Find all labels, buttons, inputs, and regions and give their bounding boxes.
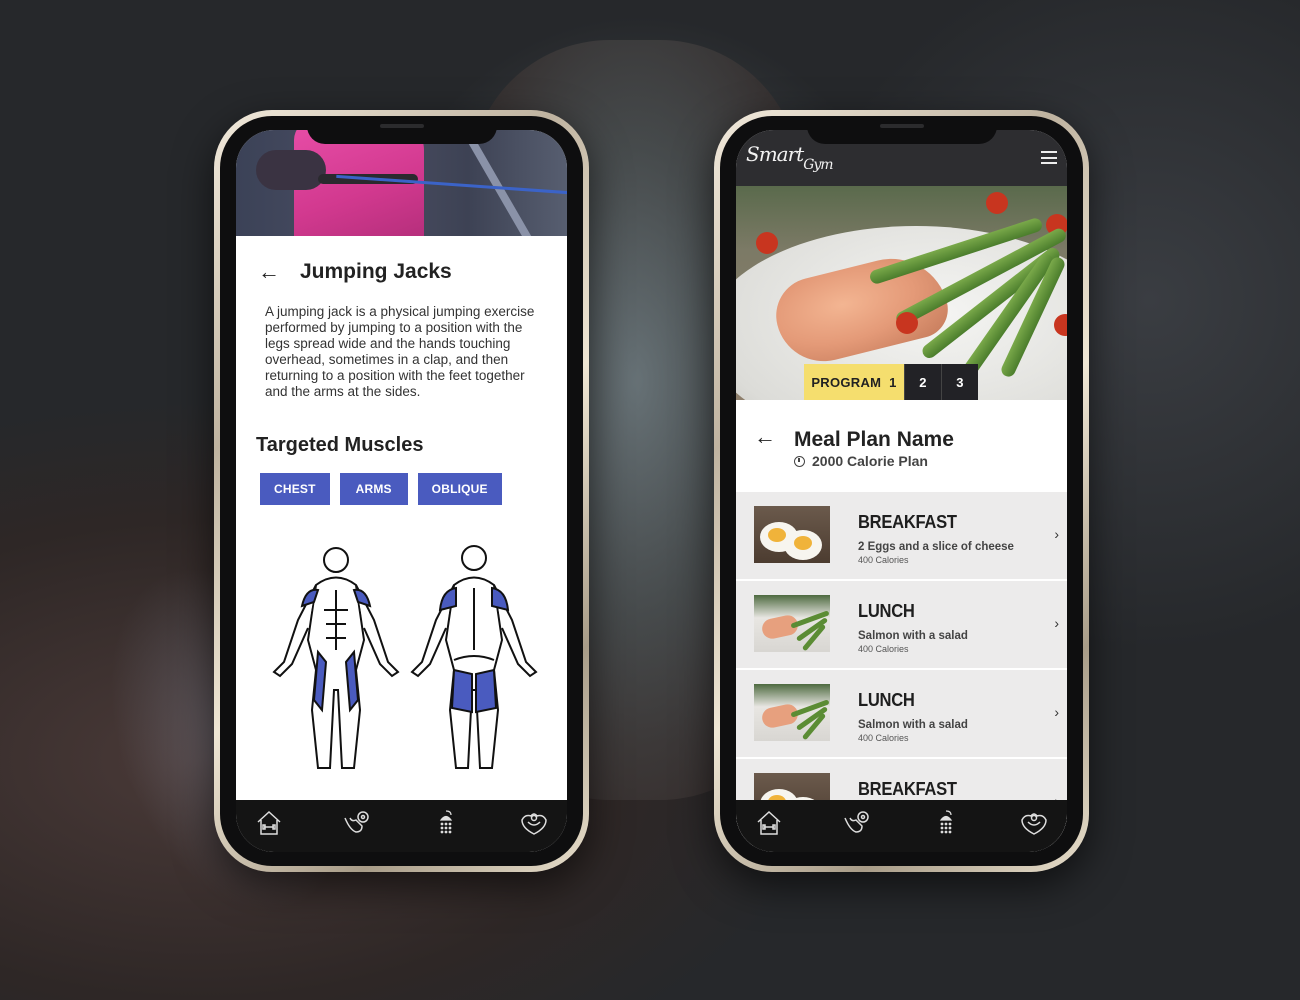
muscle-tag-oblique[interactable]: OBLIQUE: [417, 473, 502, 505]
muscle-tags: CHEST ARMS OBLIQUE: [260, 473, 547, 505]
meal-title: BREAKFAST: [858, 512, 957, 532]
meal-thumbnail-eggs: [754, 506, 830, 563]
meal-plan-name: Meal Plan Name: [794, 428, 954, 451]
calorie-plan: 2000 Calorie Plan: [794, 453, 928, 469]
bodybuilder-icon[interactable]: [1019, 808, 1049, 838]
shower-icon[interactable]: [931, 808, 961, 838]
meal-title: LUNCH: [858, 690, 915, 710]
meal-calories: 400 Calories: [858, 644, 909, 654]
timer-icon: [794, 455, 805, 467]
exercise-title: Jumping Jacks: [300, 260, 452, 283]
meal-plan-header: ← Meal Plan Name 2000 Calorie Plan: [736, 400, 1067, 492]
meal-list: BREAKFAST 2 Eggs and a slice of cheese 4…: [736, 492, 1067, 846]
body-back: [410, 545, 538, 769]
bodybuilder-icon[interactable]: [519, 808, 549, 838]
back-button[interactable]: ←: [258, 261, 280, 283]
notch: [306, 116, 497, 144]
bottom-tab-bar: [736, 800, 1067, 852]
phone-exercise: ← Jumping Jacks A jumping jack is a phys…: [214, 110, 589, 872]
meal-thumbnail-salmon: [754, 684, 830, 741]
meal-calories: 400 Calories: [858, 733, 909, 743]
home-gym-icon[interactable]: [754, 808, 784, 838]
meal-title: BREAKFAST: [858, 779, 957, 799]
program-tabs: PROGRAM 1 2 3: [804, 364, 978, 400]
muscle-tag-arms[interactable]: ARMS: [339, 473, 408, 505]
hamburger-menu-icon[interactable]: [1041, 151, 1057, 164]
shower-icon[interactable]: [431, 808, 461, 838]
meal-item[interactable]: BREAKFAST 2 Eggs and a slice of cheese 4…: [736, 492, 1067, 579]
meal-title: LUNCH: [858, 601, 915, 621]
meal-thumbnail-salmon: [754, 595, 830, 652]
chevron-right-icon: ›: [1054, 526, 1059, 542]
meal-plan-screen: SmartGym PROGRAM 1 2 3 ← Meal Plan Name …: [736, 130, 1067, 852]
targeted-muscles-heading: Targeted Muscles: [256, 434, 424, 456]
meal-description: Salmon with a salad: [858, 630, 968, 642]
notch: [806, 116, 997, 144]
bottom-tab-bar: [236, 800, 567, 852]
exercise-screen: ← Jumping Jacks A jumping jack is a phys…: [236, 130, 567, 852]
back-button[interactable]: ←: [754, 426, 776, 448]
phone-meal-plan: SmartGym PROGRAM 1 2 3 ← Meal Plan Name …: [714, 110, 1089, 872]
meal-item[interactable]: LUNCH Salmon with a salad 400 Calories ›: [736, 670, 1067, 757]
meal-calories: 400 Calories: [858, 555, 909, 565]
chevron-right-icon: ›: [1054, 615, 1059, 631]
smart-gym-logo[interactable]: SmartGym: [746, 142, 834, 173]
meal-hero-image: PROGRAM 1 2 3: [736, 186, 1067, 400]
chevron-right-icon: ›: [1054, 704, 1059, 720]
home-gym-icon[interactable]: [254, 808, 284, 838]
arm-flex-icon[interactable]: [342, 808, 372, 838]
exercise-description: A jumping jack is a physical jumping exe…: [265, 304, 535, 399]
meal-item[interactable]: LUNCH Salmon with a salad 400 Calories ›: [736, 581, 1067, 668]
arm-flex-icon[interactable]: [842, 808, 872, 838]
program-tab-1[interactable]: PROGRAM 1: [804, 364, 904, 400]
muscle-tag-chest[interactable]: CHEST: [260, 473, 330, 505]
program-tab-3[interactable]: 3: [941, 364, 978, 400]
meal-description: 2 Eggs and a slice of cheese: [858, 541, 1014, 553]
body-front: [272, 547, 400, 769]
program-tab-2[interactable]: 2: [904, 364, 941, 400]
exercise-hero-image: [236, 130, 567, 236]
meal-description: Salmon with a salad: [858, 719, 968, 731]
muscle-diagram: [272, 545, 538, 769]
